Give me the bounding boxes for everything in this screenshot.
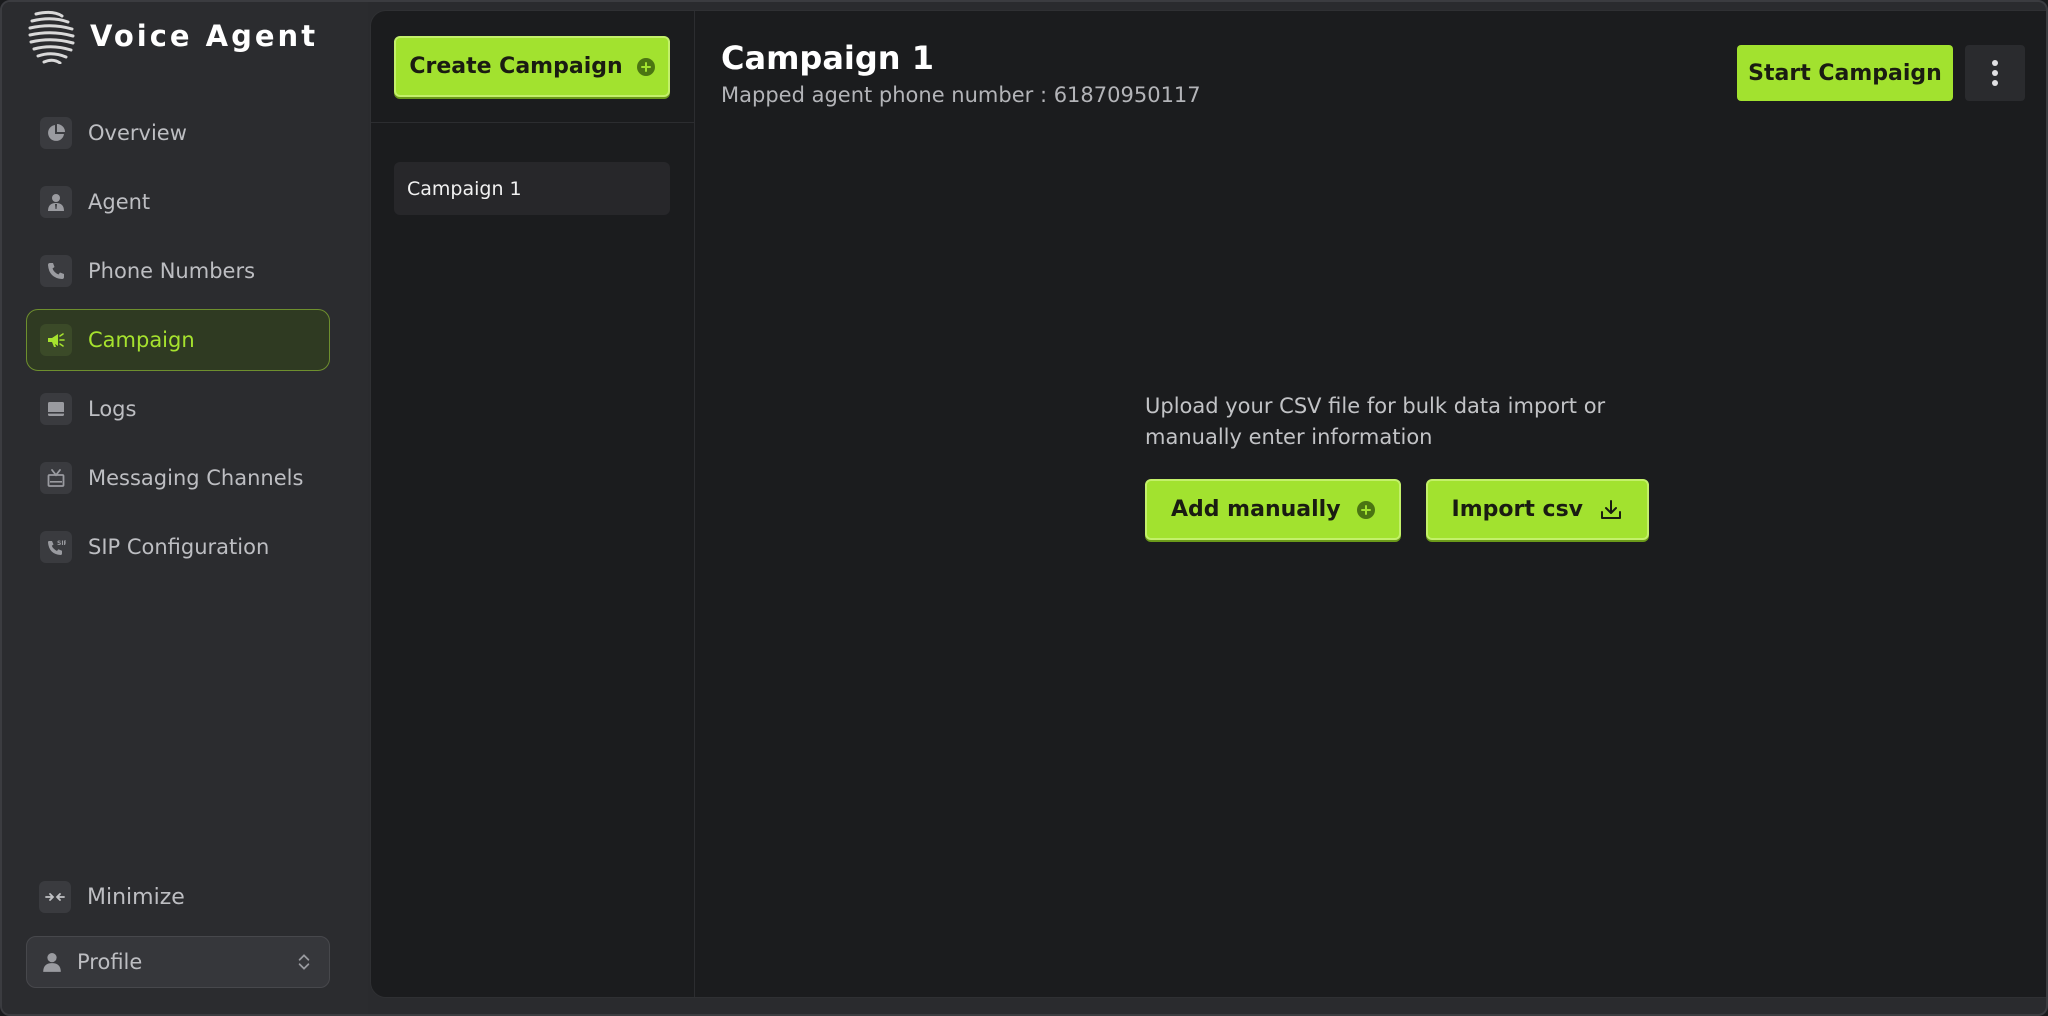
campaign-detail: Campaign 1 Mapped agent phone number : 6…	[695, 11, 2046, 997]
minimize-label: Minimize	[87, 884, 185, 910]
agent-icon	[40, 186, 72, 218]
phone-icon	[40, 255, 72, 287]
add-manually-label: Add manually	[1171, 497, 1341, 522]
chevron-up-down-icon	[298, 954, 310, 970]
empty-state-message: Upload your CSV file for bulk data impor…	[1145, 394, 1606, 449]
logs-icon	[40, 393, 72, 425]
start-campaign-label: Start Campaign	[1748, 60, 1942, 86]
sidebar-item-logs[interactable]: Logs	[26, 378, 330, 440]
sidebar-item-overview[interactable]: Overview	[26, 102, 330, 164]
svg-text:SIP: SIP	[57, 540, 66, 547]
start-campaign-button[interactable]: Start Campaign	[1737, 45, 1953, 101]
sip-phone-icon: SIP	[40, 531, 72, 563]
sidebar-item-label: Phone Numbers	[88, 259, 256, 283]
voice-agent-logo-icon	[28, 10, 75, 64]
divider	[371, 122, 695, 123]
app-name: Voice Agent	[90, 19, 319, 53]
create-campaign-label: Create Campaign	[409, 54, 623, 79]
sidebar-item-label: Logs	[88, 397, 137, 421]
brand: Voice Agent	[28, 8, 318, 64]
import-csv-button[interactable]: Import csv	[1425, 479, 1650, 540]
page-title: Campaign 1	[721, 39, 934, 77]
add-manually-button[interactable]: Add manually	[1145, 479, 1401, 540]
sidebar-item-label: Messaging Channels	[88, 466, 304, 490]
megaphone-icon	[40, 324, 72, 356]
sidebar-item-label: SIP Configuration	[88, 535, 270, 559]
vertical-dots-icon	[1992, 60, 1998, 86]
sidebar-item-label: Overview	[88, 121, 187, 145]
pie-chart-icon	[40, 117, 72, 149]
app-window: Voice Agent Overview Agent Phone Numbers	[0, 0, 2048, 1016]
campaign-list-panel: Create Campaign Campaign 1	[371, 11, 695, 997]
mapped-phone-number: Mapped agent phone number : 61870950117	[721, 83, 1201, 107]
sidebar-item-agent[interactable]: Agent	[26, 171, 330, 233]
plus-circle-icon	[636, 57, 655, 76]
tv-icon	[40, 462, 72, 494]
sidebar-item-label: Campaign	[88, 328, 195, 352]
sidebar-item-campaign[interactable]: Campaign	[26, 309, 330, 371]
profile-selector[interactable]: Profile	[26, 936, 330, 988]
download-icon	[1601, 499, 1622, 519]
campaign-list-item[interactable]: Campaign 1	[394, 162, 670, 215]
user-icon	[43, 952, 61, 972]
minimize-button[interactable]: Minimize	[26, 866, 330, 928]
sidebar-item-label: Agent	[88, 190, 151, 214]
create-campaign-button[interactable]: Create Campaign	[394, 36, 670, 97]
sidebar: Voice Agent Overview Agent Phone Numbers	[2, 2, 368, 1014]
sidebar-item-phone-numbers[interactable]: Phone Numbers	[26, 240, 330, 302]
profile-label: Profile	[77, 950, 143, 974]
import-csv-label: Import csv	[1451, 497, 1584, 522]
more-options-button[interactable]	[1965, 45, 2025, 101]
plus-circle-icon	[1356, 500, 1375, 519]
sidebar-nav: Overview Agent Phone Numbers Campaign Lo…	[26, 102, 330, 585]
main-panel: Create Campaign Campaign 1 Campaign 1 Ma…	[370, 10, 2046, 998]
import-actions: Add manually Import csv	[1145, 479, 1650, 540]
sidebar-item-sip-configuration[interactable]: SIP SIP Configuration	[26, 516, 330, 578]
sidebar-item-messaging-channels[interactable]: Messaging Channels	[26, 447, 330, 509]
campaign-name: Campaign 1	[407, 177, 522, 200]
collapse-arrows-icon	[39, 881, 71, 913]
